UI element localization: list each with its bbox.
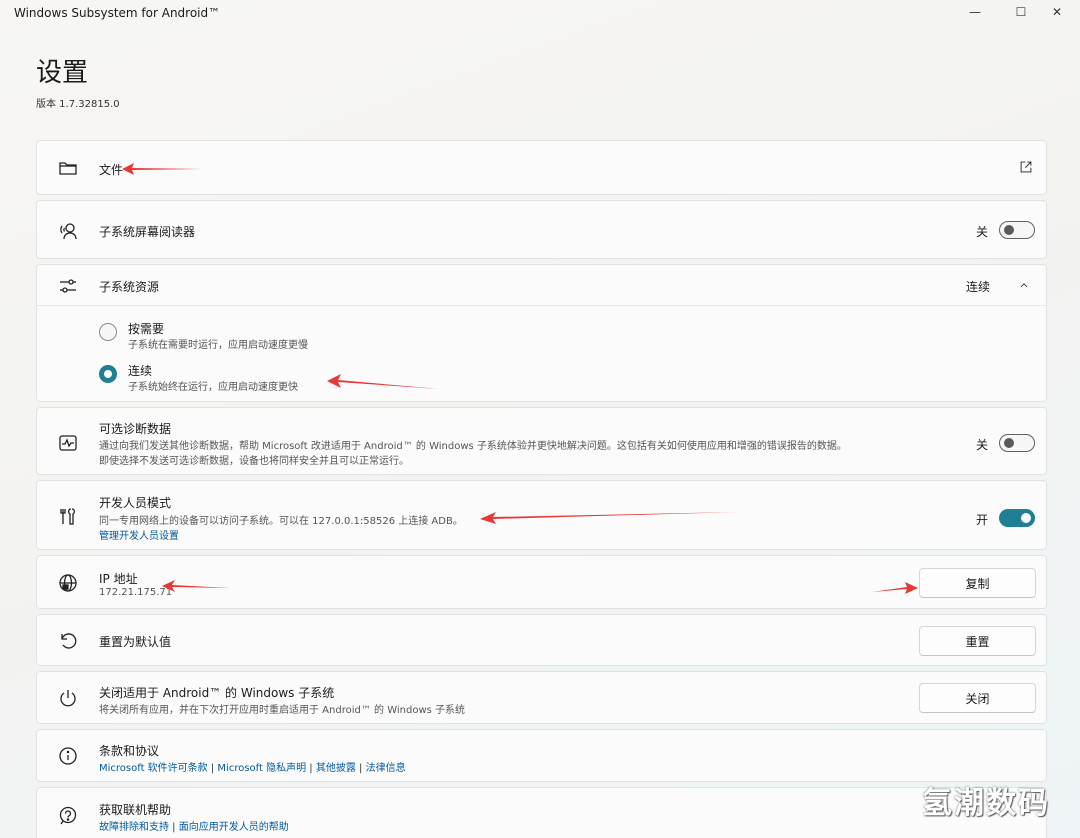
link-separator: | [355,763,366,774]
folder-icon [57,157,79,179]
screen-reader-icon [57,220,79,242]
sliders-icon [57,275,79,297]
window-title: Windows Subsystem for Android™ [14,6,221,20]
annotation-arrow-copy [872,582,918,594]
globe-icon [57,572,79,594]
option-continuous-title: 连续 [128,364,153,378]
option-on-demand-title: 按需要 [128,322,165,336]
diagnostics-desc-line2: 即使选择不发送可选诊断数据，设备也将同样安全并且可以正常运行。 [99,456,409,467]
info-icon [57,745,79,767]
diagnostics-title: 可选诊断数据 [99,422,172,436]
help-title: 获取联机帮助 [99,803,172,817]
diagnostics-toggle[interactable] [999,434,1035,452]
watermark-text: 氢潮数码 [922,786,1050,821]
page-title: 设置 [36,58,89,88]
troubleshooting-link[interactable]: 故障排除和支持 [99,822,169,833]
help-icon [57,805,79,827]
close-window-button[interactable]: ✕ [1034,0,1080,24]
terms-card: 条款和协议 Microsoft 软件许可条款 | Microsoft 隐私声明 … [36,729,1047,782]
shutdown-button[interactable]: 关闭 [919,683,1036,713]
reset-card: 重置为默认值 重置 [36,614,1047,666]
resources-card: 子系统资源 连续 按需要 子系统在需要时运行，应用启动速度更慢 连续 子系统始终… [36,264,1047,402]
diagnostics-state-label: 关 [976,438,989,452]
screen-reader-card: 子系统屏幕阅读器 关 [36,200,1047,259]
legal-info-link[interactable]: 法律信息 [366,763,406,774]
radio-on-demand[interactable] [99,323,117,341]
reset-title: 重置为默认值 [99,635,172,649]
developer-desc: 同一专用网络上的设备可以访问子系统。可以在 127.0.0.1:58526 上连… [99,516,463,527]
reset-icon [57,630,79,652]
link-separator: | [306,763,316,774]
screen-reader-state-label: 关 [976,225,989,239]
resources-header[interactable] [37,265,1046,306]
screen-reader-title: 子系统屏幕阅读器 [99,225,196,239]
open-external-icon[interactable] [1017,158,1035,176]
annotation-arrow-files [122,163,202,175]
developer-help-link[interactable]: 面向应用开发人员的帮助 [179,822,289,833]
pulse-icon [57,432,79,454]
terms-links: Microsoft 软件许可条款 | Microsoft 隐私声明 | 其他披露… [99,759,406,774]
help-links: 故障排除和支持 | 面向应用开发人员的帮助 [99,818,289,833]
developer-state-label: 开 [976,513,989,527]
developer-title: 开发人员模式 [99,496,172,510]
shutdown-desc: 将关闭所有应用，并在下次打开应用时重启适用于 Android™ 的 Window… [99,705,466,716]
shutdown-title: 关闭适用于 Android™ 的 Windows 子系统 [99,686,335,700]
option-continuous-desc: 子系统始终在运行，应用启动速度更快 [128,382,298,393]
help-card: 获取联机帮助 故障排除和支持 | 面向应用开发人员的帮助 [36,787,1047,838]
option-on-demand-desc: 子系统在需要时运行，应用启动速度更慢 [128,340,308,351]
license-terms-link[interactable]: Microsoft 软件许可条款 [99,763,208,774]
privacy-statement-link[interactable]: Microsoft 隐私声明 [217,763,306,774]
resources-title: 子系统资源 [99,280,160,294]
annotation-arrow-developer [480,512,738,524]
resources-current-value: 连续 [966,280,991,294]
terms-title: 条款和协议 [99,744,160,758]
annotation-arrow-continuous [327,374,439,389]
link-separator: | [207,763,218,774]
manage-developer-settings-link[interactable]: 管理开发人员设置 [99,527,179,542]
shutdown-card: 关闭适用于 Android™ 的 Windows 子系统 将关闭所有应用，并在下… [36,671,1047,724]
minimize-button[interactable]: — [952,0,998,24]
other-disclosures-link[interactable]: 其他披露 [316,763,356,774]
copy-button[interactable]: 复制 [919,568,1036,598]
annotation-arrow-ip [162,580,230,592]
tools-icon [57,506,79,528]
title-bar: Windows Subsystem for Android™ — ☐ ✕ [0,0,1080,28]
link-separator: | [169,822,179,833]
diagnostics-card: 可选诊断数据 通过向我们发送其他诊断数据，帮助 Microsoft 改进适用于 … [36,407,1047,475]
diagnostics-desc-line1: 通过向我们发送其他诊断数据，帮助 Microsoft 改进适用于 Android… [99,441,847,452]
power-icon [57,687,79,709]
chevron-up-icon[interactable] [1016,276,1032,294]
radio-continuous[interactable] [99,365,117,383]
version-text: 版本 1.7.32815.0 [36,99,120,110]
developer-toggle[interactable] [999,509,1035,527]
screen-reader-toggle[interactable] [999,221,1035,239]
reset-button[interactable]: 重置 [919,626,1036,656]
ip-title: IP 地址 [99,572,138,586]
